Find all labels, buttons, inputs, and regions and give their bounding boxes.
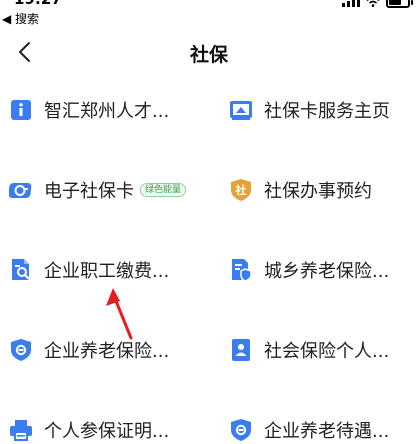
page-title: 社保 (189, 44, 228, 66)
service-item-insurance-certificate[interactable]: 个人参保证明... (8, 408, 169, 444)
svg-text:社: 社 (235, 183, 247, 197)
status-bar: 19:27 ◀ 搜索 (0, 0, 418, 27)
shield-she-icon: 社 (228, 177, 254, 203)
shield-circle-icon (228, 417, 254, 443)
back-to-search-link[interactable]: ◀ 搜索 (2, 10, 39, 27)
service-item-label: 电子社保卡 (44, 181, 134, 202)
status-icons (342, 0, 413, 8)
service-item-label: 社保办事预约 (264, 181, 372, 202)
doc-shield-icon (228, 257, 254, 283)
service-item-pension-benefit[interactable]: 企业养老待遇... (228, 408, 389, 444)
service-item-employee-payment[interactable]: 企业职工缴费... (8, 248, 169, 292)
service-item-rural-pension[interactable]: 城乡养老保险... (228, 248, 389, 292)
service-item-label: 企业职工缴费... (44, 261, 170, 282)
card-home-icon (228, 97, 254, 123)
service-item-label: 城乡养老保险... (264, 261, 390, 282)
doc-search-icon (8, 257, 34, 283)
service-item-label: 企业养老待遇... (264, 421, 390, 442)
service-item-e-card[interactable]: 电子社保卡 绿色能量 (8, 168, 187, 212)
e-card-icon (8, 177, 34, 203)
service-item-label: 社保卡服务主页 (264, 101, 390, 122)
signal-icon (342, 0, 360, 7)
shield-circle-icon (8, 337, 34, 363)
service-item-personal-insurance[interactable]: 社会保险个人... (228, 328, 389, 372)
nav-bar: 社保 (0, 28, 418, 76)
printer-icon (8, 417, 34, 443)
person-doc-icon (228, 337, 254, 363)
service-item-label: 社会保险个人... (264, 341, 390, 362)
service-item-label: 智汇郑州人才... (44, 101, 170, 122)
status-time: 19:27 (14, 0, 62, 8)
service-item-card-home[interactable]: 社保卡服务主页 (228, 88, 390, 132)
green-energy-badge: 绿色能量 (140, 183, 187, 197)
service-item-appointment[interactable]: 社 社保办事预约 (228, 168, 372, 212)
service-item-label: 个人参保证明... (44, 421, 170, 442)
service-item-enterprise-pension[interactable]: 企业养老保险... (8, 328, 169, 372)
wifi-icon (366, 0, 380, 7)
red-annotation-arrow (106, 288, 133, 340)
battery-icon (386, 0, 413, 8)
service-item-zhihui-talent[interactable]: 智汇郑州人才... (8, 88, 169, 132)
info-icon (8, 97, 34, 123)
